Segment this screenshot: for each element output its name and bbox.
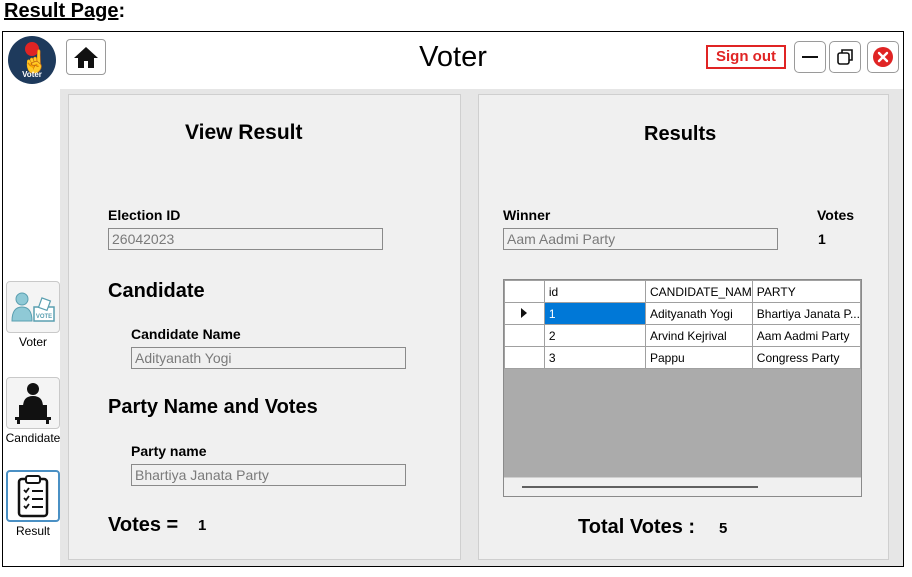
column-header-party[interactable]: PARTY	[751, 280, 861, 303]
scrollbar-thumb[interactable]	[522, 486, 758, 488]
row-header[interactable]	[504, 324, 545, 347]
candidate-name-field[interactable]: Adityanath Yogi	[131, 347, 406, 369]
table-cell[interactable]: Pappu	[645, 346, 753, 369]
table-cell[interactable]: 2	[543, 324, 647, 347]
sidebar-item-result-label: Result	[15, 524, 50, 538]
candidate-name-label: Candidate Name	[131, 326, 241, 342]
home-icon	[74, 47, 98, 68]
table-row[interactable]: 3 Pappu Congress Party	[504, 346, 861, 369]
view-result-panel: View Result Election ID 26042023 Candida…	[68, 94, 461, 560]
app-logo: ☝ Voter	[8, 36, 56, 84]
results-table: id CANDIDATE_NAM PARTY 1 Adityanath Yogi…	[504, 280, 861, 369]
winner-field[interactable]: Aam Aadmi Party	[503, 228, 778, 250]
caption-label: Result Page	[4, 0, 119, 22]
results-title: Results	[644, 123, 717, 145]
sidebar: ☝ Voter VOTE Voter Candidate Result	[3, 32, 63, 566]
logo-text: Voter	[22, 70, 42, 79]
party-heading: Party Name and Votes	[108, 396, 318, 418]
svg-text:VOTE: VOTE	[36, 314, 52, 320]
column-header-id[interactable]: id	[543, 280, 647, 303]
sign-out-button[interactable]: Sign out	[706, 45, 786, 69]
home-button[interactable]	[66, 39, 106, 75]
winner-votes-value: 1	[818, 231, 826, 247]
table-header-row: id CANDIDATE_NAM PARTY	[504, 280, 861, 303]
app-title: Voter	[419, 41, 487, 73]
total-votes-value: 5	[719, 520, 728, 537]
horizontal-scrollbar[interactable]	[504, 477, 861, 496]
party-name-field[interactable]: Bhartiya Janata Party	[131, 464, 406, 486]
results-panel: Results Winner Aam Aadmi Party Votes 1 i…	[478, 94, 889, 560]
table-row[interactable]: 1 Adityanath Yogi Bhartiya Janata P...	[504, 302, 861, 325]
table-cell[interactable]: 3	[543, 346, 647, 369]
voter-icon: VOTE	[11, 292, 55, 322]
election-id-field[interactable]: 26042023	[108, 228, 383, 250]
view-result-title: View Result	[185, 121, 303, 144]
table-cell[interactable]: Adityanath Yogi	[645, 302, 753, 325]
results-grid[interactable]: id CANDIDATE_NAM PARTY 1 Adityanath Yogi…	[503, 279, 862, 497]
app-window: ☝ Voter VOTE Voter Candidate Result Vote…	[2, 31, 904, 567]
caption-colon: :	[118, 0, 126, 22]
party-name-label: Party name	[131, 443, 207, 459]
maximize-button[interactable]	[829, 41, 861, 73]
sidebar-item-result[interactable]	[6, 470, 60, 522]
main-content: View Result Election ID 26042023 Candida…	[60, 89, 903, 566]
table-cell[interactable]: Bhartiya Janata P...	[751, 302, 861, 325]
votes-label: Votes =	[108, 514, 179, 536]
table-row[interactable]: 2 Arvind Kejrival Aam Aadmi Party	[504, 324, 861, 347]
sidebar-item-voter-label: Voter	[18, 335, 48, 349]
current-row-arrow-icon	[521, 307, 528, 318]
table-cell[interactable]: Arvind Kejrival	[645, 324, 753, 347]
column-header-candidate-name[interactable]: CANDIDATE_NAM	[645, 280, 753, 303]
table-cell[interactable]: 1	[543, 302, 647, 325]
page-caption: Result Page:	[4, 0, 125, 23]
election-id-label: Election ID	[108, 207, 181, 223]
votes-value: 1	[198, 517, 207, 534]
total-votes-label: Total Votes :	[578, 516, 696, 538]
minimize-button[interactable]	[794, 41, 826, 73]
table-cell[interactable]: Aam Aadmi Party	[751, 324, 861, 347]
table-cell[interactable]: Congress Party	[751, 346, 861, 369]
restore-icon	[837, 49, 853, 65]
row-header-corner	[504, 280, 545, 303]
winner-votes-label: Votes	[817, 207, 855, 223]
close-icon	[873, 47, 893, 67]
sidebar-item-voter[interactable]: VOTE	[6, 281, 60, 333]
candidate-heading: Candidate	[108, 280, 205, 302]
row-header[interactable]	[504, 346, 545, 369]
winner-label: Winner	[503, 207, 551, 223]
sidebar-item-candidate[interactable]	[6, 377, 60, 429]
clipboard-icon	[17, 475, 49, 518]
sidebar-item-candidate-label: Candidate	[5, 431, 61, 445]
candidate-icon	[15, 383, 51, 424]
row-header[interactable]	[504, 302, 545, 325]
minimize-icon	[802, 56, 818, 58]
close-button[interactable]	[867, 41, 899, 73]
